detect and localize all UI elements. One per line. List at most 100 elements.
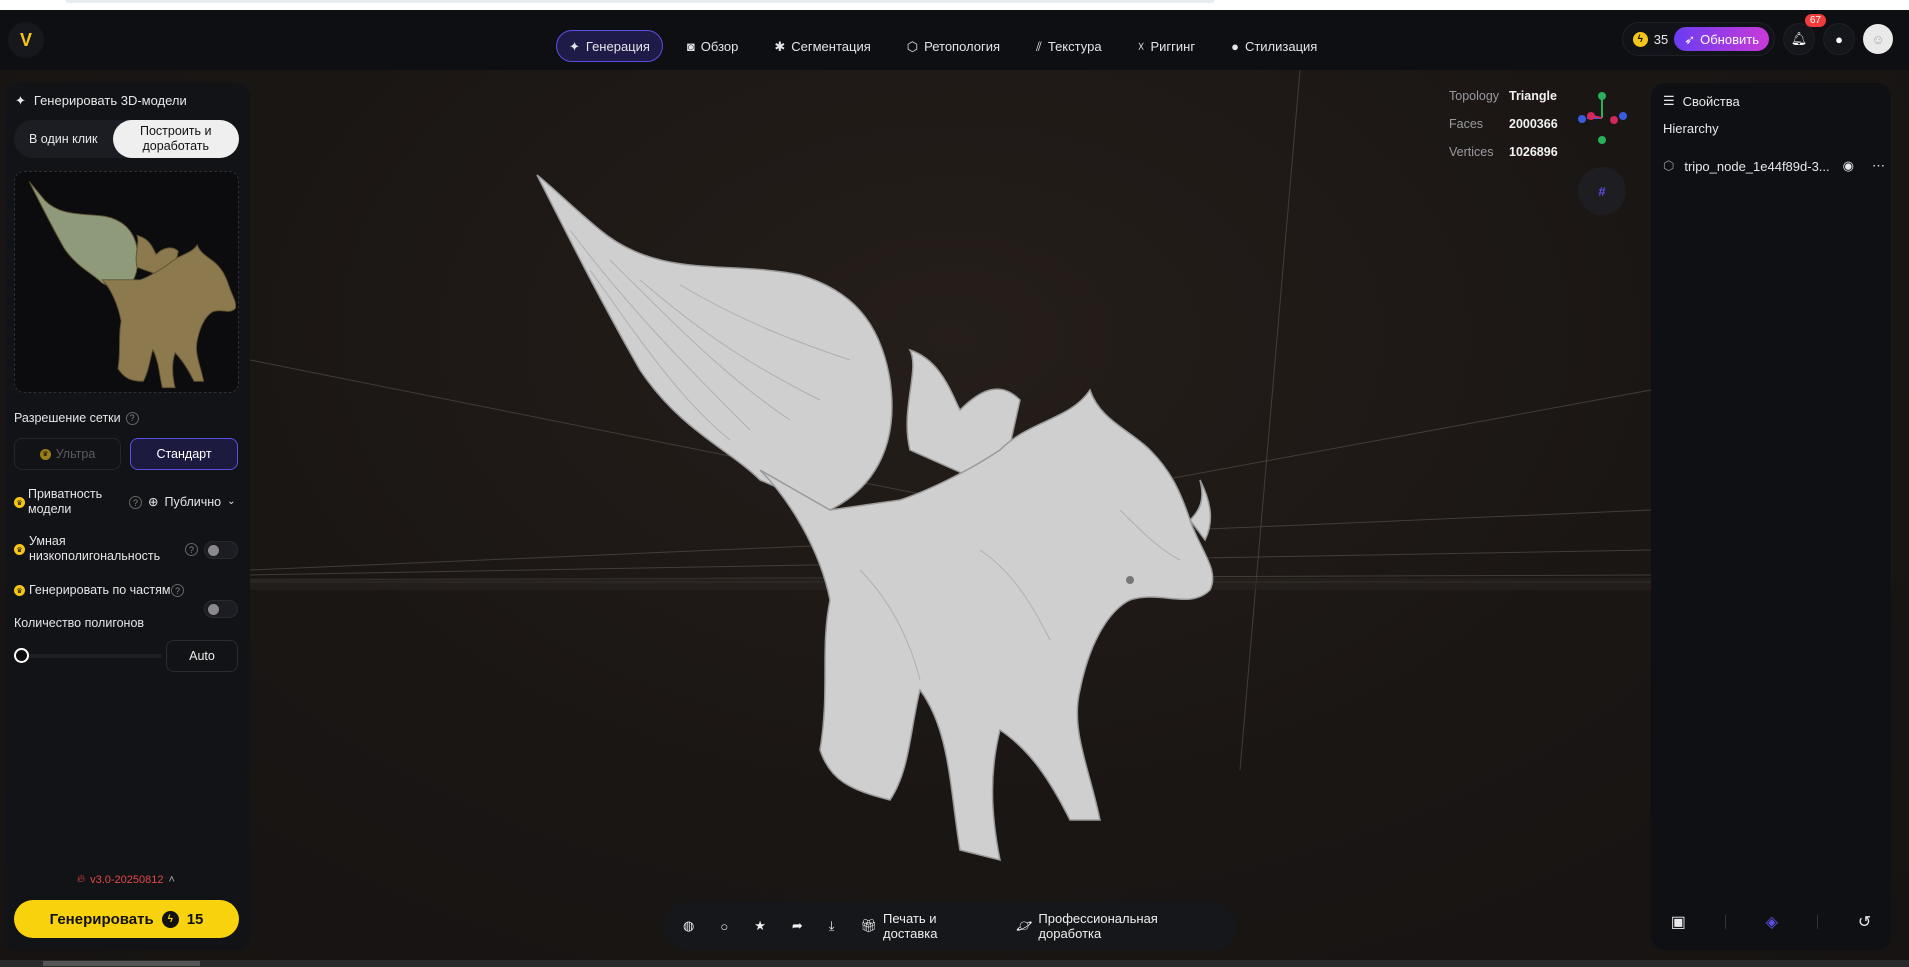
- generate-cost: 15: [186, 910, 204, 928]
- stat-value: 1026896: [1509, 145, 1558, 159]
- print-delivery-button[interactable]: 🎁︎ Печать и доставка: [861, 911, 990, 941]
- grid-settings-button[interactable]: #: [1578, 167, 1626, 215]
- archive-icon[interactable]: ▣: [1671, 912, 1686, 932]
- globe-icon: ⊕: [148, 495, 159, 509]
- tab-texture[interactable]: ⫽ Текстура: [1024, 30, 1114, 62]
- privacy-label: Приватность модели: [28, 487, 103, 516]
- stat-key: Faces: [1449, 117, 1484, 131]
- tab-overview[interactable]: ◙ Обзор: [675, 30, 750, 62]
- smart-lowpoly-label: Умная низкополигональность: [29, 534, 161, 563]
- mesh-resolution-label: Разрешение сетки: [14, 411, 121, 425]
- avatar[interactable]: ☺: [1863, 24, 1893, 54]
- axis-gizmo-icon[interactable]: [1575, 88, 1630, 148]
- history-icon[interactable]: ↺: [1858, 912, 1871, 932]
- tab-segmentation[interactable]: ✱ Сегментация: [762, 30, 882, 62]
- generate-button[interactable]: Генерировать ϟ 15: [14, 900, 239, 938]
- help-icon[interactable]: ?: [171, 584, 184, 597]
- notifications-button[interactable]: 🔔︎ 67: [1783, 14, 1826, 55]
- privacy-value: Публично: [164, 494, 222, 509]
- help-icon[interactable]: ?: [185, 543, 198, 556]
- browser-top-strip: [0, 0, 1909, 10]
- divider: [1725, 915, 1727, 929]
- feedback-button[interactable]: ●: [1823, 23, 1855, 55]
- version-label: v3.0-20250812: [90, 873, 164, 886]
- grid-icon: #: [1598, 183, 1606, 199]
- scrollbar-thumb[interactable]: [43, 961, 200, 966]
- star-icon: ★: [754, 918, 766, 933]
- help-icon[interactable]: ?: [125, 411, 139, 425]
- chat-icon: ●: [1835, 31, 1843, 47]
- tab-label: Ретопология: [924, 38, 1001, 54]
- tab-label: Стилизация: [1244, 38, 1318, 54]
- sphere-wire-icon: ◍: [683, 918, 695, 933]
- panel-title-row: ✦ Генерировать 3D-модели: [15, 93, 187, 108]
- download-icon: ⤓: [828, 918, 835, 933]
- standard-label: Стандарт: [156, 447, 212, 461]
- polycount-auto-button[interactable]: Auto: [166, 640, 238, 672]
- tab-stylization[interactable]: ● Стилизация: [1219, 30, 1329, 62]
- download-button[interactable]: ⤓: [829, 918, 835, 934]
- tab-retopology[interactable]: ⬡ Ретопология: [895, 30, 1012, 62]
- eye-icon[interactable]: ◉: [1843, 158, 1854, 174]
- puzzle-icon: ✱: [774, 38, 786, 54]
- print-label: Печать и доставка: [883, 911, 938, 941]
- gift-icon: 🎁︎: [860, 918, 878, 933]
- mesh-resolution-row: Разрешение сетки?: [14, 411, 139, 425]
- camera-frame-icon: ◙: [686, 38, 695, 54]
- viewport[interactable]: [0, 70, 1909, 960]
- properties-title-row: ☰ Свойства: [1663, 93, 1740, 109]
- favorite-button[interactable]: ★: [754, 918, 766, 934]
- material-button[interactable]: ○: [720, 919, 728, 934]
- tab-generation[interactable]: ✦ Генерация: [556, 30, 663, 62]
- figure-icon: ☓: [1137, 38, 1145, 54]
- polycount-label: Количество полигонов: [14, 616, 145, 630]
- pro-refine-button[interactable]: 🪐︎ Профессиональная доработка: [1016, 911, 1217, 941]
- polycount-slider-thumb[interactable]: [14, 648, 29, 663]
- divider: [1817, 915, 1819, 929]
- generation-panel: ✦ Генерировать 3D-модели В один клик Пост…: [5, 83, 250, 950]
- cube-icon: ⬡: [1663, 158, 1675, 173]
- help-icon[interactable]: ?: [129, 496, 142, 509]
- chevron-up-icon: ˄: [168, 873, 175, 886]
- app-logo[interactable]: V: [8, 22, 44, 58]
- mode-toggle: В один клик Построить и доработать: [14, 120, 239, 158]
- top-nav-bar: V ✦ Генерация ◙ Обзор ✱ Сегментация ⬡ Ретопо…: [0, 10, 1909, 70]
- version-selector[interactable]: 🔥︎ v3.0-20250812 ˄: [77, 873, 175, 886]
- sparkle-icon: ✦: [15, 93, 26, 108]
- credits-count: 35: [1653, 31, 1669, 47]
- tab-rigging[interactable]: ☓ Риггинг: [1126, 30, 1208, 62]
- palette-icon: ●: [1231, 38, 1239, 54]
- upgrade-button[interactable]: ➶ Обновить: [1674, 27, 1769, 51]
- mesh-stats: Topology Triangle Faces 2000366 Vertices 10…: [1449, 82, 1558, 166]
- stat-faces: Faces 2000366: [1449, 110, 1558, 138]
- view-mode-button[interactable]: ◍: [683, 918, 694, 934]
- viewport-toolbar: ◍ ○ ★ ➦ ⤓ 🎁︎ Печать и доставка 🪐︎ Професси…: [663, 902, 1237, 950]
- mode-one-click[interactable]: В один клик: [14, 120, 113, 158]
- reference-image-boar: [28, 181, 237, 389]
- mesh-icon: ⬡: [906, 38, 919, 54]
- resolution-standard-button[interactable]: Стандарт: [130, 438, 238, 470]
- properties-title: Свойства: [1682, 93, 1740, 109]
- generate-label: Генерировать: [49, 910, 154, 928]
- chevron-down-icon: ⌄: [227, 496, 236, 507]
- tab-label: Генерация: [585, 38, 650, 54]
- polycount-slider[interactable]: [19, 654, 162, 658]
- 3d-model-boar-with-wings[interactable]: [530, 170, 1230, 870]
- upgrade-label: Обновить: [1700, 31, 1759, 47]
- more-icon[interactable]: ⋯: [1872, 158, 1885, 174]
- tab-label: Текстура: [1047, 38, 1102, 54]
- panel-title: Генерировать 3D-модели: [33, 93, 187, 108]
- smart-lowpoly-toggle[interactable]: [204, 541, 238, 559]
- privacy-select[interactable]: ⊕ Публично ⌄: [148, 494, 236, 510]
- input-image[interactable]: [14, 171, 239, 393]
- layers-icon[interactable]: ◈: [1766, 912, 1778, 932]
- mode-build-refine[interactable]: Построить и доработать: [112, 120, 239, 158]
- crown-icon: ♛: [14, 497, 25, 508]
- generate-parts-toggle[interactable]: [204, 600, 238, 618]
- crown-icon: ♛: [14, 544, 25, 555]
- share-button[interactable]: ➦: [792, 918, 803, 934]
- stat-value: Triangle: [1509, 89, 1557, 103]
- hierarchy-node[interactable]: ⬡ tripo_node_1e44f89d-3... ◉ ⋯: [1663, 158, 1885, 174]
- horizontal-scrollbar[interactable]: [0, 960, 1909, 967]
- resolution-ultra-button[interactable]: ♛ Ультра: [14, 438, 121, 470]
